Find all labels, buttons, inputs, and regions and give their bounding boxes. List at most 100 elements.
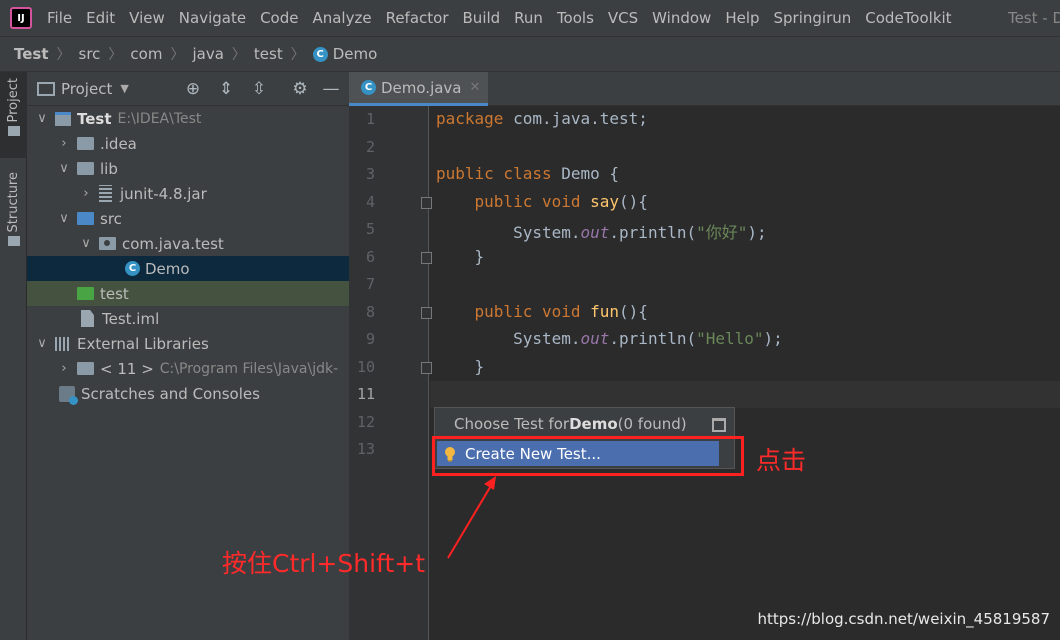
menu-file[interactable]: File [40,0,79,36]
breadcrumb-demo[interactable]: Demo [333,45,378,63]
menu-tools[interactable]: Tools [550,0,601,36]
chevron-down-icon[interactable]: ∨ [35,336,49,351]
project-tool-label: Project [6,78,21,123]
scratches-icon [59,385,78,405]
breadcrumb-separator-icon: 〉 [108,47,123,63]
folder-icon [77,162,94,175]
code-line: System.out.println("你好"); [436,223,767,242]
menu-help[interactable]: Help [718,0,766,36]
collapse-all-icon[interactable]: ⇳ [248,78,270,100]
tree-item-lib[interactable]: ∨ lib [27,156,349,181]
breadcrumb-test[interactable]: Test [14,45,49,63]
tree-item-label: lib [100,159,118,178]
pin-icon[interactable] [712,418,726,432]
chevron-down-icon[interactable]: ∨ [57,211,71,226]
tree-item-package[interactable]: ∨ com.java.test [27,231,349,256]
expand-all-icon[interactable]: ⇕ [215,78,237,100]
chevron-down-icon[interactable]: ▼ [120,82,128,95]
menu-build[interactable]: Build [456,0,508,36]
tree-item-label: Scratches and Consoles [81,384,260,403]
breadcrumb-test-pkg[interactable]: test [254,45,283,63]
jar-icon [99,185,112,202]
menu-edit[interactable]: Edit [79,0,122,36]
line-number: 4 [365,193,375,211]
line-number: 7 [365,275,375,293]
hide-icon[interactable]: — [320,78,342,100]
code-line: public void say(){ [436,192,648,211]
folder-icon [77,137,94,150]
project-tool-tab[interactable]: Project [0,72,27,158]
code-line: public class Demo { [436,164,620,183]
test-folder-icon [77,287,94,300]
tree-item-junit-jar[interactable]: › junit-4.8.jar [27,181,349,206]
menu-vcs[interactable]: VCS [601,0,645,36]
code-editor[interactable]: package com.java.test; public class Demo… [430,106,1060,640]
menu-codetoolkit[interactable]: CodeToolkit [858,0,958,36]
current-line-highlight [430,381,1060,408]
tree-item-scratches[interactable]: Scratches and Consoles [27,381,349,406]
tree-item-label: src [100,209,122,228]
line-number: 1 [365,110,375,128]
chevron-right-icon[interactable]: › [57,361,71,376]
class-icon: C [361,80,376,95]
breadcrumb-separator-icon: 〉 [231,47,246,63]
breadcrumb-com[interactable]: com [130,45,162,63]
tree-item-external-libraries[interactable]: ∨ External Libraries [27,331,349,356]
chevron-right-icon[interactable]: › [57,136,71,151]
locate-icon[interactable]: ⊕ [182,78,204,100]
menu-refactor[interactable]: Refactor [379,0,456,36]
tree-item-demo[interactable]: C Demo [27,256,349,281]
structure-tool-tab[interactable]: Structure [0,168,27,250]
tree-item-path: E:\IDEA\Test [117,110,202,127]
tab-demo-java[interactable]: C Demo.java ✕ [349,72,489,106]
menu-bar: IJ File Edit View Navigate Code Analyze … [0,0,1060,36]
project-view-icon [37,81,55,96]
menu-view[interactable]: View [122,0,172,36]
class-icon: C [312,46,328,62]
annotation-shortcut-label: 按住Ctrl+Shift+t [222,549,426,578]
intellij-logo-icon: IJ [10,7,32,29]
line-number: 6 [365,248,375,266]
menu-navigate[interactable]: Navigate [172,0,253,36]
close-icon[interactable]: ✕ [470,80,481,95]
menu-analyze[interactable]: Analyze [305,0,378,36]
tree-item-label: com.java.test [122,234,224,253]
tree-item-src[interactable]: ∨ src [27,206,349,231]
tab-label: Demo.java [381,78,462,97]
menu-window[interactable]: Window [645,0,718,36]
breadcrumb-separator-icon: 〉 [170,47,185,63]
menu-springirun[interactable]: Springirun [767,0,859,36]
chevron-down-icon[interactable]: ∨ [35,111,49,126]
line-number: 5 [365,220,375,238]
tree-item-label: Test [77,109,112,128]
line-number: 10 [356,358,375,376]
tree-item-test-iml[interactable]: Test.iml [27,306,349,331]
tree-item-label: junit-4.8.jar [120,184,207,203]
tree-item-idea[interactable]: › .idea [27,131,349,156]
tree-item-label: < 11 > [100,359,154,378]
code-line: } [436,357,485,376]
annotation-arrow-icon [447,476,496,559]
tree-item-test-folder[interactable]: test [27,281,349,306]
project-panel-header: Project ▼ ⊕ ⇕ ⇳ ⚙ — [27,72,349,106]
package-icon [99,237,116,250]
line-number: 13 [356,440,375,458]
chevron-down-icon[interactable]: ∨ [79,236,93,251]
project-folder-icon [55,111,71,126]
tree-item-test-project[interactable]: ∨ Test E:\IDEA\Test [27,106,349,131]
module-file-icon [81,310,94,327]
line-number: 3 [365,165,375,183]
chevron-right-icon[interactable]: › [79,186,93,201]
breadcrumb-src[interactable]: src [79,45,101,63]
class-icon: C [125,261,140,276]
gear-icon[interactable]: ⚙ [289,78,311,100]
breadcrumb-java[interactable]: java [192,45,223,63]
chevron-down-icon[interactable]: ∨ [57,161,71,176]
tree-item-jdk[interactable]: › < 11 > C:\Program Files\Java\jdk- [27,356,349,381]
structure-tool-label: Structure [6,172,21,233]
line-number: 12 [356,413,375,431]
project-view-selector[interactable]: Project [61,80,112,98]
code-line: package com.java.test; [436,109,648,128]
menu-code[interactable]: Code [253,0,305,36]
menu-run[interactable]: Run [507,0,550,36]
